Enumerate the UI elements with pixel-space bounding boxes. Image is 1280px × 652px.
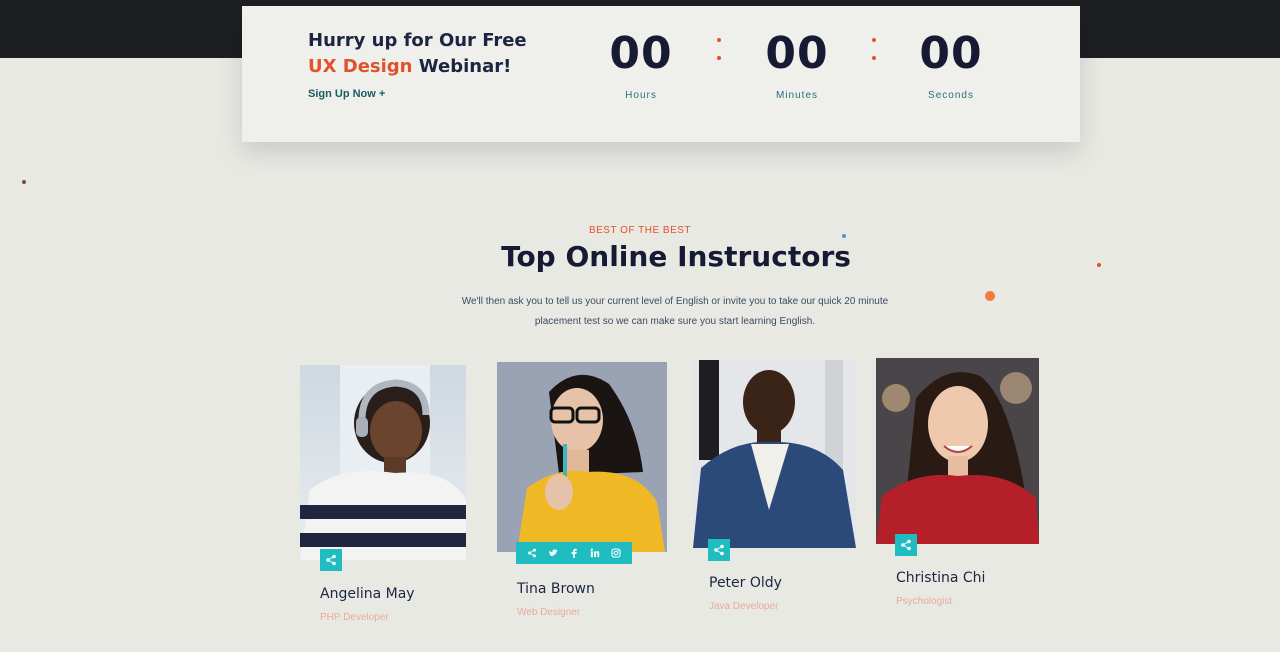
promo-rest-text: Webinar!	[418, 56, 512, 77]
section-eyebrow: BEST OF THE BEST	[588, 225, 692, 236]
hours-value: 00	[609, 28, 673, 79]
seconds-label: Seconds	[928, 90, 974, 101]
promo-heading-line1: Hurry up for Our Free	[308, 30, 527, 51]
share-button[interactable]	[895, 534, 917, 556]
seconds-value: 00	[919, 28, 983, 79]
minutes-label: Minutes	[775, 90, 818, 101]
timer-minutes: 00 Minutes	[742, 28, 852, 101]
instructor-photo	[693, 360, 856, 548]
timer-separator	[716, 38, 722, 68]
instructor-name[interactable]: Tina Brown	[517, 581, 595, 597]
instagram-icon[interactable]	[609, 546, 623, 560]
promo-accent-text: UX Design	[308, 56, 413, 77]
twitter-icon[interactable]	[546, 546, 560, 560]
share-icon	[901, 539, 911, 551]
hours-label: Hours	[625, 90, 657, 101]
instructor-role: Java Developer	[709, 601, 779, 612]
minutes-value: 00	[765, 28, 829, 79]
share-icon	[714, 544, 724, 556]
instructor-name[interactable]: Angelina May	[320, 586, 415, 602]
timer-seconds: 00 Seconds	[896, 28, 1006, 101]
section-title: Top Online Instructors	[501, 240, 851, 273]
share-icon[interactable]	[525, 546, 539, 560]
share-button[interactable]	[320, 549, 342, 571]
instructor-photo	[497, 362, 667, 552]
instructor-photo	[876, 358, 1039, 544]
timer-hours: 00 Hours	[586, 28, 696, 101]
decor-dot	[985, 291, 995, 301]
promo-heading-line2: UX Design Webinar!	[308, 54, 527, 80]
share-icon	[326, 554, 336, 566]
instructor-role: Web Designer	[517, 607, 581, 618]
instructor-role: PHP Developer	[320, 612, 389, 623]
share-button[interactable]	[708, 539, 730, 561]
instructor-role: Psychologist	[896, 596, 953, 607]
section-description: We'll then ask you to tell us your curre…	[461, 296, 889, 327]
decor-dot	[22, 180, 26, 184]
linkedin-icon[interactable]	[588, 546, 602, 560]
social-links-bar	[516, 542, 632, 564]
instructor-photo	[300, 365, 466, 560]
facebook-icon[interactable]	[567, 546, 581, 560]
instructor-name[interactable]: Peter Oldy	[709, 575, 782, 591]
webinar-countdown-card: Hurry up for Our Free UX Design Webinar!…	[242, 6, 1080, 142]
webinar-promo: Hurry up for Our Free UX Design Webinar!…	[308, 28, 527, 102]
instructor-name[interactable]: Christina Chi	[896, 570, 985, 586]
sign-up-link[interactable]: Sign Up Now +	[308, 88, 385, 100]
timer-separator	[871, 38, 877, 68]
